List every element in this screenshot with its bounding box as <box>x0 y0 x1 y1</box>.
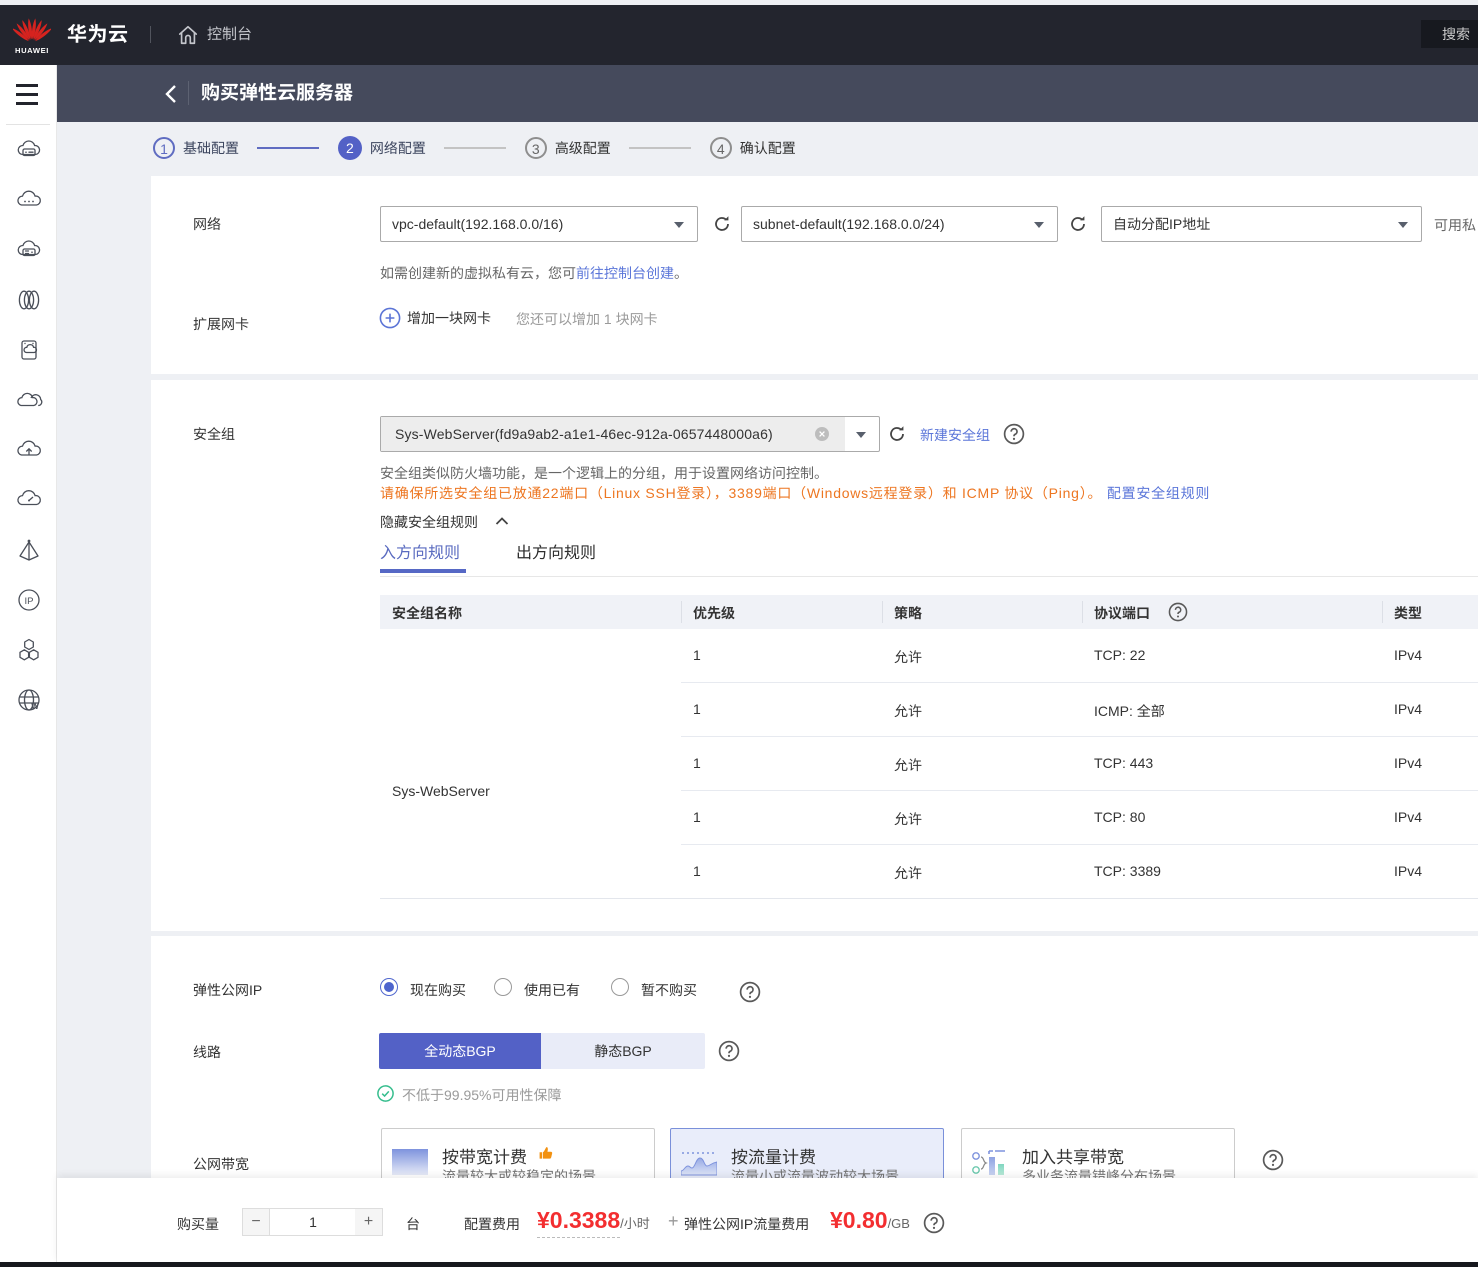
svg-text:IP: IP <box>25 596 34 607</box>
svg-text:W: W <box>31 702 39 711</box>
svg-text:HUAWEI: HUAWEI <box>15 46 49 54</box>
